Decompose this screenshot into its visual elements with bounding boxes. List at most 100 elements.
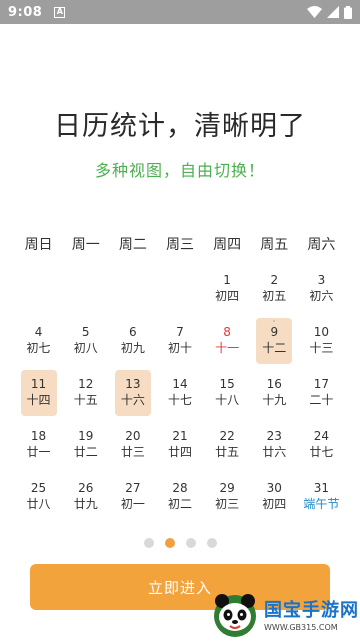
page-dot[interactable] xyxy=(185,538,196,548)
lunar-date: 十三 xyxy=(309,341,334,355)
day-content: 4 初七 xyxy=(21,318,57,364)
calendar-day[interactable]: 28 初二 xyxy=(156,471,203,523)
selected-day-marker: 11 十四 xyxy=(20,370,57,416)
day-number: 15 xyxy=(219,377,235,391)
calendar-day[interactable]: 12 十五 xyxy=(62,367,109,419)
day-content: 26 廿九 xyxy=(68,474,104,520)
lunar-date: 十一 xyxy=(215,341,240,355)
panda-logo-icon xyxy=(214,593,256,637)
lunar-date: 十二 xyxy=(262,341,287,355)
calendar-day[interactable]: 14 十七 xyxy=(156,367,203,419)
calendar-day[interactable]: 5 初八 xyxy=(62,315,109,367)
page-dot[interactable] xyxy=(206,538,217,548)
calendar-day[interactable]: 10 十三 xyxy=(298,315,345,367)
calendar-day[interactable]: 16 十九 xyxy=(251,367,298,419)
weekday-label: 周三 xyxy=(165,237,194,253)
calendar-day[interactable]: 17 二十 xyxy=(298,367,345,419)
page-dot-active[interactable] xyxy=(164,538,175,548)
lunar-date: 初七 xyxy=(26,341,51,355)
day-number: 28 xyxy=(172,481,188,495)
calendar-day[interactable]: 31 端午节 xyxy=(298,471,345,523)
calendar-day[interactable]: 1 初四 xyxy=(204,263,251,315)
calendar-day[interactable]: 8 十一 xyxy=(204,315,251,367)
lunar-date: 廿九 xyxy=(73,497,98,511)
day-number: 23 xyxy=(266,429,282,443)
day-content: 6 初九 xyxy=(115,318,151,364)
day-content: 7 初十 xyxy=(162,318,198,364)
lunar-date: 初五 xyxy=(262,289,287,303)
day-number: 13 xyxy=(125,377,141,391)
day-number: 21 xyxy=(172,429,188,443)
calendar-day[interactable]: 24 廿七 xyxy=(298,419,345,471)
page-dot[interactable] xyxy=(143,538,154,548)
day-number: 29 xyxy=(219,481,235,495)
day-number: 3 xyxy=(317,273,326,287)
empty-day-cell xyxy=(156,263,203,315)
calendar-day[interactable]: 20 廿三 xyxy=(109,419,156,471)
lunar-date: 初四 xyxy=(215,289,240,303)
calendar-day[interactable]: 13 十六 xyxy=(109,367,156,419)
lunar-date: 初二 xyxy=(167,497,192,511)
calendar-day[interactable]: 9 十二 xyxy=(251,315,298,367)
lunar-date: 廿一 xyxy=(26,445,51,459)
day-number: 17 xyxy=(313,377,330,391)
selected-day-marker: 9 十二 xyxy=(256,318,293,364)
lunar-date: 廿六 xyxy=(262,445,287,459)
calendar-day[interactable]: 4 初七 xyxy=(15,315,62,367)
lunar-date: 端午节 xyxy=(303,497,340,511)
day-number: 27 xyxy=(125,481,141,495)
calendar-day[interactable]: 27 初一 xyxy=(109,471,156,523)
lunar-date: 初一 xyxy=(120,497,145,511)
lunar-date: 十四 xyxy=(26,393,51,407)
empty-day-cell xyxy=(109,263,156,315)
calendar-day[interactable]: 15 十八 xyxy=(204,367,251,419)
calendar-day[interactable]: 23 廿六 xyxy=(251,419,298,471)
day-content: 10 十三 xyxy=(303,318,339,364)
calendar-day[interactable]: 21 廿四 xyxy=(156,419,203,471)
calendar-day[interactable]: 26 廿九 xyxy=(62,471,109,523)
day-number: 26 xyxy=(78,481,94,495)
day-content: 1 初四 xyxy=(209,266,245,312)
day-number: 14 xyxy=(172,377,188,391)
calendar-day[interactable]: 19 廿二 xyxy=(62,419,109,471)
day-number: 12 xyxy=(78,377,94,391)
calendar-day[interactable]: 30 初四 xyxy=(251,471,298,523)
lunar-date: 廿二 xyxy=(73,445,98,459)
lunar-date: 初六 xyxy=(309,289,334,303)
a-box-icon: A xyxy=(54,6,66,18)
day-number: 5 xyxy=(81,325,90,339)
status-bar: 9:08 A xyxy=(0,0,360,24)
day-content: 31 端午节 xyxy=(303,474,339,520)
lunar-date: 初三 xyxy=(215,497,240,511)
calendar-day[interactable]: 7 初十 xyxy=(156,315,203,367)
day-content: 16 十九 xyxy=(256,370,292,416)
calendar-day[interactable]: 2 初五 xyxy=(251,263,298,315)
day-content: 14 十七 xyxy=(162,370,198,416)
empty-day-cell xyxy=(15,263,62,315)
lunar-date: 初十 xyxy=(167,341,192,355)
day-content: 12 十五 xyxy=(68,370,104,416)
weekday-label: 周一 xyxy=(71,237,100,253)
status-time: 9:08 xyxy=(8,4,43,20)
day-content: 17 二十 xyxy=(303,370,339,416)
calendar-day[interactable]: 3 初六 xyxy=(298,263,345,315)
day-number: 18 xyxy=(30,429,47,443)
day-content: 29 初三 xyxy=(209,474,245,520)
calendar-day[interactable]: 22 廿五 xyxy=(204,419,251,471)
watermark-title: 国宝手游网 xyxy=(264,599,359,621)
day-content: 3 初六 xyxy=(303,266,339,312)
calendar-day[interactable]: 29 初三 xyxy=(204,471,251,523)
weekday-header: 周日 周一 周二 周三 周四 周五 周六 xyxy=(15,234,345,254)
calendar-day[interactable]: 25 廿八 xyxy=(15,471,62,523)
calendar-day[interactable]: 18 廿一 xyxy=(15,419,62,471)
lunar-date: 十五 xyxy=(73,393,98,407)
battery-icon xyxy=(344,5,352,19)
empty-day-cell xyxy=(62,263,109,315)
day-content: 19 廿二 xyxy=(68,422,104,468)
day-number: 9 xyxy=(270,325,279,339)
lunar-date: 廿七 xyxy=(309,445,334,459)
calendar-day[interactable]: 11 十四 xyxy=(15,367,62,419)
day-number: 30 xyxy=(266,481,282,495)
calendar-day[interactable]: 6 初九 xyxy=(109,315,156,367)
lunar-date: 初四 xyxy=(262,497,287,511)
